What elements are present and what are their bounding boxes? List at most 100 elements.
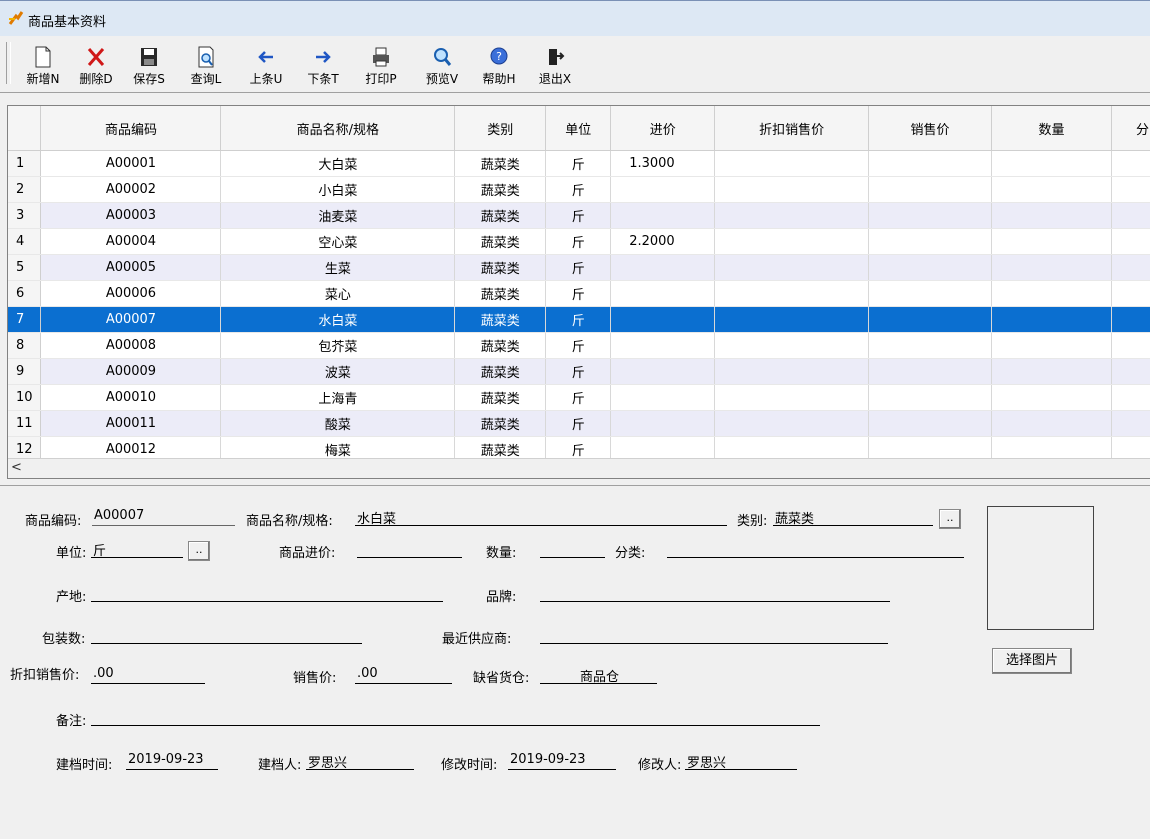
brand-label: 品牌:	[486, 590, 517, 605]
category-lookup-button[interactable]: ..	[939, 509, 961, 529]
created-time-field[interactable]: 2019-09-23	[126, 752, 218, 770]
scroll-left-arrow[interactable]: <	[11, 460, 22, 475]
save-button-label: 保存S	[133, 72, 165, 86]
unit-lookup-button[interactable]: ..	[188, 541, 210, 561]
prev-record-label: 上条U	[249, 72, 283, 86]
delete-button[interactable]: 删除D	[73, 40, 119, 88]
next-record-button[interactable]: 下条T	[300, 40, 346, 88]
table-row[interactable]: 2 A00002 小白菜 蔬菜类斤	[8, 176, 1150, 203]
help-icon: ?	[490, 47, 508, 65]
detail-form: 商品编码: A00007 商品名称/规格: 水白菜 类别: 蔬菜类 .. 单位:…	[0, 485, 1150, 839]
class-field[interactable]	[667, 540, 964, 558]
query-button-label: 查询L	[190, 72, 222, 86]
category-field[interactable]: 蔬菜类	[773, 508, 933, 527]
table-row[interactable]: 11 A00011 酸菜 蔬菜类斤	[8, 410, 1150, 437]
table-row[interactable]: 3 A00003 油麦菜 蔬菜类斤	[8, 202, 1150, 229]
prev-record-button[interactable]: 上条U	[243, 40, 289, 88]
product-table: 商品编码 商品名称/规格 类别 单位 进价 折扣销售价 销售价 数量 分 1 A0…	[8, 106, 1150, 463]
arrow-left-icon	[258, 51, 273, 63]
printer-icon	[373, 47, 389, 67]
cost-label: 商品进价:	[279, 546, 336, 561]
creator-field[interactable]: 罗思兴	[306, 752, 414, 771]
product-grid[interactable]: 商品编码 商品名称/规格 类别 单位 进价 折扣销售价 销售价 数量 分 1 A0…	[7, 105, 1150, 479]
new-button[interactable]: 新增N	[20, 40, 66, 88]
grid-header-row: 商品编码 商品名称/规格 类别 单位 进价 折扣销售价 销售价 数量 分	[8, 106, 1150, 151]
grid-header-class[interactable]: 分	[1111, 106, 1150, 151]
supplier-field[interactable]	[540, 626, 888, 644]
table-row[interactable]: 5 A00005 生菜 蔬菜类斤	[8, 254, 1150, 281]
query-button[interactable]: 查询L	[183, 40, 229, 88]
grid-header-cost[interactable]: 进价	[610, 106, 716, 151]
grid-header-corner	[8, 106, 42, 151]
created-time-label: 建档时间:	[56, 758, 113, 773]
delete-button-label: 删除D	[79, 72, 113, 86]
quantity-label: 数量:	[486, 546, 517, 561]
sale-price-field[interactable]: .00	[355, 666, 452, 684]
warehouse-label: 缺省货仓:	[473, 671, 530, 686]
discount-price-field[interactable]: .00	[91, 666, 205, 684]
horizontal-scrollbar[interactable]: <	[8, 458, 1150, 478]
brand-field[interactable]	[540, 584, 890, 602]
sale-price-label: 销售价:	[293, 671, 337, 686]
modified-time-label: 修改时间:	[441, 758, 498, 773]
creator-label: 建档人:	[258, 758, 302, 773]
class-label: 分类:	[615, 546, 646, 561]
next-record-label: 下条T	[307, 72, 339, 86]
toolbar: 新增N 删除D 保存S 查询L 上条U 下条T 打印P 预览V ? 帮助H 退出…	[0, 36, 1150, 93]
preview-button-label: 预览V	[425, 72, 459, 86]
modifier-label: 修改人:	[638, 758, 682, 773]
product-image-box	[987, 506, 1094, 630]
preview-magnifier-icon	[434, 48, 452, 66]
supplier-label: 最近供应商:	[442, 632, 512, 647]
remark-label: 备注:	[56, 714, 87, 729]
window-title: 商品基本资料	[28, 15, 107, 30]
code-field[interactable]: A00007	[92, 508, 235, 526]
delete-x-icon	[87, 48, 105, 66]
cost-field[interactable]	[357, 540, 462, 558]
pack-field[interactable]	[91, 626, 362, 644]
help-button-label: 帮助H	[482, 72, 516, 86]
category-label: 类别:	[737, 514, 768, 529]
help-button[interactable]: ? 帮助H	[476, 40, 522, 88]
print-button-label: 打印P	[365, 72, 397, 86]
print-button[interactable]: 打印P	[358, 40, 404, 88]
unit-field[interactable]: 斤	[91, 540, 183, 559]
warehouse-field[interactable]: 商品仓	[540, 666, 657, 685]
table-row[interactable]: 6 A00006 菜心 蔬菜类斤	[8, 280, 1150, 307]
grid-header-category[interactable]: 类别	[454, 106, 547, 151]
save-button[interactable]: 保存S	[126, 40, 172, 88]
exit-door-icon	[549, 49, 565, 65]
pack-label: 包装数:	[42, 632, 86, 647]
window-titlebar: 商品基本资料	[0, 0, 1150, 36]
grid-header-unit[interactable]: 单位	[545, 106, 612, 151]
table-row[interactable]: 1 A00001 大白菜 蔬菜类斤 1.3000	[8, 150, 1150, 177]
modifier-field[interactable]: 罗思兴	[685, 752, 797, 771]
remark-field[interactable]	[91, 708, 820, 726]
toolbar-grip	[6, 42, 11, 84]
grid-header-sale-price[interactable]: 销售价	[868, 106, 993, 151]
svg-text:?: ?	[496, 50, 502, 63]
choose-image-button[interactable]: 选择图片	[992, 648, 1072, 674]
quantity-field[interactable]	[540, 540, 605, 558]
preview-button[interactable]: 预览V	[419, 40, 465, 88]
table-row[interactable]: 9 A00009 波菜 蔬菜类斤	[8, 358, 1150, 385]
exit-button-label: 退出X	[538, 72, 572, 86]
table-row[interactable]: 4 A00004 空心菜 蔬菜类斤 2.2000	[8, 228, 1150, 255]
grid-header-quantity[interactable]: 数量	[991, 106, 1112, 151]
discount-price-label: 折扣销售价:	[10, 668, 80, 683]
origin-field[interactable]	[91, 584, 443, 602]
grid-header-discount-price[interactable]: 折扣销售价	[714, 106, 870, 151]
table-row[interactable]: 10 A00010 上海青 蔬菜类斤	[8, 384, 1150, 411]
name-label: 商品名称/规格:	[246, 514, 333, 529]
new-button-label: 新增N	[26, 72, 60, 86]
modified-time-field[interactable]: 2019-09-23	[508, 752, 616, 770]
exit-button[interactable]: 退出X	[532, 40, 578, 88]
grid-header-code[interactable]: 商品编码	[40, 106, 222, 151]
grid-header-name[interactable]: 商品名称/规格	[220, 106, 456, 151]
name-field[interactable]: 水白菜	[355, 508, 727, 527]
table-row[interactable]: 8 A00008 包芥菜 蔬菜类斤	[8, 332, 1150, 359]
new-document-icon	[35, 46, 51, 68]
table-row-selected[interactable]: 7 A00007 水白菜 蔬菜类斤	[8, 306, 1150, 333]
unit-label: 单位:	[56, 546, 87, 561]
app-logo-icon	[8, 11, 24, 25]
